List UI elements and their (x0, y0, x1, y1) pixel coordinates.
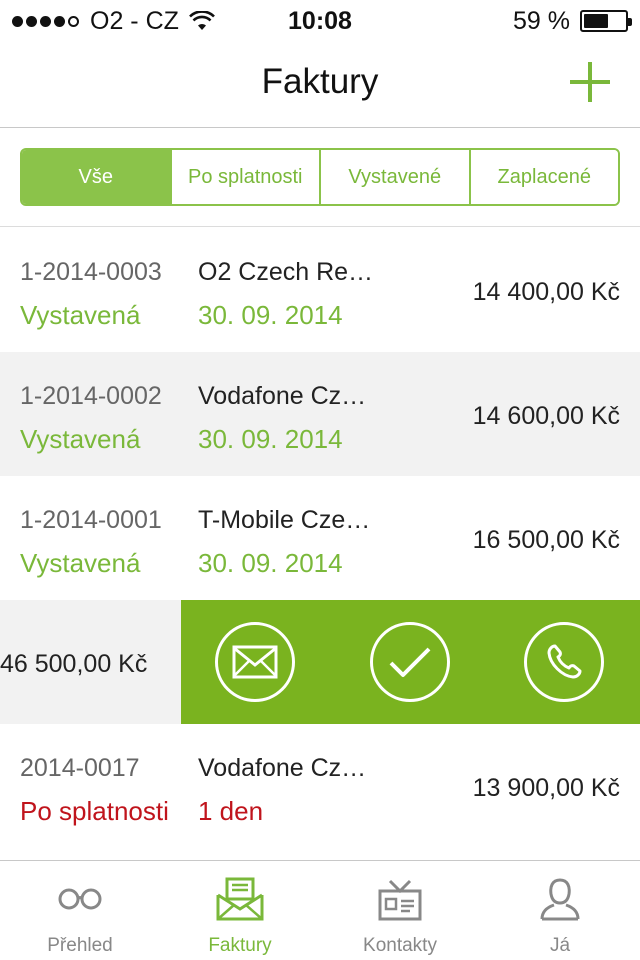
invoice-status: Po splatnosti (20, 796, 169, 826)
invoice-status: Vystavená (20, 548, 141, 578)
invoice-number: 1-2014-0001 (20, 506, 162, 534)
invoice-amount: 14 600,00 Kč (472, 402, 620, 430)
filter-paid[interactable]: Zaplacené (468, 150, 618, 204)
phone-icon (547, 644, 582, 679)
filter-all[interactable]: Vše (22, 150, 170, 204)
checkmark-icon (389, 647, 431, 677)
tab-bar: Přehled Faktury Kontakty Já (0, 860, 640, 960)
invoice-number: 1-2014-0002 (20, 382, 162, 410)
battery-icon (580, 10, 632, 32)
invoice-company: Vodafone Cz… (198, 382, 367, 410)
filter-area: Vše Po splatnosti Vystavené Zaplacené (0, 129, 640, 227)
status-bar: O2 - CZ 10:08 59 % (0, 0, 640, 40)
invoice-due-date: 30. 09. 2014 (198, 548, 343, 578)
contact-card-icon (378, 879, 422, 921)
invoice-row[interactable]: 1-2014-0001 T-Mobile Cze… Vystavená 30. … (0, 476, 640, 600)
invoice-due-date: 30. 09. 2014 (198, 424, 343, 454)
filter-overdue[interactable]: Po splatnosti (169, 150, 319, 204)
invoice-number: 2014-0017 (20, 754, 140, 782)
invoice-row[interactable]: 2014-0017 Vodafone Cz… Po splatnosti 1 d… (0, 724, 640, 848)
invoice-status: Vystavená (20, 300, 141, 330)
filter-segmented-control: Vše Po splatnosti Vystavené Zaplacené (20, 148, 620, 206)
battery-percentage: 59 % (513, 6, 570, 35)
tab-me[interactable]: Já (480, 861, 640, 960)
send-email-button[interactable] (215, 622, 295, 702)
invoice-amount: 16 500,00 Kč (472, 526, 620, 554)
tab-label: Přehled (47, 935, 113, 956)
invoice-row-swiped[interactable]: 46 500,00 Kč (0, 600, 640, 724)
envelope-icon (232, 645, 278, 679)
tab-label: Já (549, 935, 571, 956)
invoice-due-date: 1 den (198, 796, 264, 826)
call-button[interactable] (524, 622, 604, 702)
tab-label: Faktury (208, 935, 272, 956)
invoice-company: T-Mobile Cze… (198, 506, 371, 534)
status-right: 59 % (513, 6, 632, 35)
tab-label: Kontakty (363, 935, 437, 956)
mark-paid-button[interactable] (370, 622, 450, 702)
tab-overview[interactable]: Přehled (0, 861, 160, 960)
invoice-amount: 14 400,00 Kč (472, 278, 620, 306)
invoice-company: O2 Czech Re… (198, 258, 374, 286)
invoice-amount: 46 500,00 Kč (0, 650, 148, 678)
invoice-list: 1-2014-0003 O2 Czech Re… Vystavená 30. 0… (0, 228, 640, 848)
add-invoice-button[interactable] (570, 62, 610, 102)
invoice-due-date: 30. 09. 2014 (198, 300, 343, 330)
swipe-actions (181, 600, 640, 724)
invoice-row[interactable]: 1-2014-0002 Vodafone Cz… Vystavená 30. 0… (0, 352, 640, 476)
invoice-company: Vodafone Cz… (198, 754, 367, 782)
page-title: Faktury (261, 62, 379, 101)
invoice-amount: 13 900,00 Kč (472, 774, 620, 802)
invoice-status: Vystavená (20, 424, 141, 454)
nav-bar: Faktury (0, 40, 640, 128)
tab-invoices[interactable]: Faktury (160, 861, 320, 960)
filter-issued[interactable]: Vystavené (319, 150, 469, 204)
invoice-row[interactable]: 1-2014-0003 O2 Czech Re… Vystavená 30. 0… (0, 228, 640, 352)
person-icon (540, 878, 580, 921)
envelope-invoice-icon (216, 877, 264, 921)
tab-contacts[interactable]: Kontakty (320, 861, 480, 960)
invoice-number: 1-2014-0003 (20, 258, 162, 286)
glasses-icon (58, 888, 102, 910)
